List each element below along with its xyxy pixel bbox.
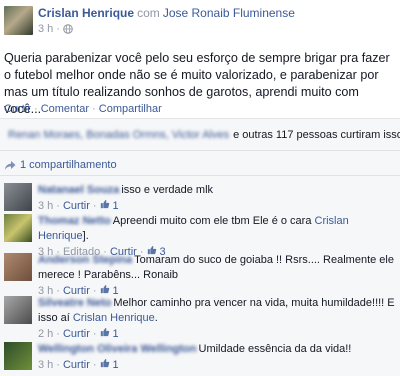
- commenter-avatar[interactable]: [4, 342, 32, 370]
- globe-icon[interactable]: [63, 24, 73, 34]
- commenter-avatar[interactable]: [4, 183, 32, 211]
- likes-count[interactable]: e outras 117 pessoas curtiram isso.: [233, 129, 400, 141]
- comment-time[interactable]: 3 h: [38, 199, 53, 214]
- meta-separator: ·: [56, 200, 60, 212]
- comment-mention[interactable]: Crislan Henrique: [73, 312, 155, 324]
- meta-separator: ·: [56, 359, 60, 371]
- comment-body: Silveatre Neto Melhor caminho pra vencer …: [38, 296, 398, 342]
- post-time[interactable]: 3 h: [38, 23, 53, 35]
- comment-text-line: Silveatre Neto Melhor caminho pra vencer …: [38, 296, 398, 326]
- likers-names[interactable]: Renan Moraes, Bonadas Ormns, Victor Alve…: [8, 129, 229, 141]
- comment-text: isso e verdade mlk: [121, 184, 214, 196]
- meta-separator: ·: [92, 328, 97, 340]
- action-separator: ·: [33, 103, 38, 115]
- comment-body: Anderson Stepina Tomaram do suco de goiab…: [38, 253, 398, 299]
- comment-text: Apreendi muito com ele tbm Ele é o cara: [112, 215, 315, 227]
- comment-meta: 2 h · Curtir · 1: [38, 327, 398, 342]
- post-header: Crislan Henrique com Jose Ronaib Flumine…: [38, 6, 295, 20]
- thumbs-up-icon[interactable]: [100, 199, 110, 214]
- with-text: com: [137, 6, 160, 20]
- tagged-user[interactable]: Jose Ronaib Fluminense: [163, 6, 295, 20]
- commenter-name[interactable]: Thomaz Netto: [38, 215, 111, 227]
- divider: [0, 175, 400, 176]
- commenter-name[interactable]: Wellington Oliveira Wellington: [38, 343, 197, 355]
- comment-body: Wellington Oliveira Wellington Umildade e…: [38, 342, 398, 373]
- comment-text-line: Wellington Oliveira Wellington Umildade e…: [38, 342, 398, 357]
- comment-meta: 3 h · Curtir · 1: [38, 358, 398, 373]
- meta-separator: ·: [92, 359, 97, 371]
- comment-time[interactable]: 3 h: [38, 358, 53, 373]
- comment-text-line: Thomaz Netto Apreendi muito com ele tbm E…: [38, 214, 398, 244]
- comment-text-line: Anderson Stepina Tomaram do suco de goiab…: [38, 253, 398, 283]
- share-arrow-icon: [4, 160, 16, 170]
- comment-like-button[interactable]: Curtir: [63, 327, 90, 342]
- comment-like-button[interactable]: Curtir: [63, 199, 90, 214]
- shares-row[interactable]: 1 compartilhamento: [4, 159, 117, 171]
- post-actions: Curtir · Comentar · Compartilhar: [4, 103, 162, 115]
- meta-separator: ·: [56, 23, 60, 35]
- comment-like-count[interactable]: 1: [113, 327, 119, 342]
- commenter-name[interactable]: Natanael Souza: [38, 184, 119, 196]
- divider: [0, 150, 400, 151]
- thumbs-up-icon[interactable]: [100, 358, 110, 373]
- comment-text: Umildade essência da da vida!!: [198, 343, 352, 355]
- likes-summary: Renan Moraes, Bonadas Ormns, Victor Alve…: [4, 129, 400, 141]
- comment-time[interactable]: 2 h: [38, 327, 53, 342]
- commenter-avatar[interactable]: [4, 296, 32, 324]
- comment-meta: 3 h · Curtir · 1: [38, 199, 398, 214]
- comment-button[interactable]: Comentar: [41, 103, 89, 115]
- comment-text-end: .: [154, 312, 158, 324]
- like-button[interactable]: Curtir: [4, 103, 31, 115]
- share-button[interactable]: Compartilhar: [99, 103, 162, 115]
- comment-like-count[interactable]: 1: [113, 199, 119, 214]
- comment-text-end: ].: [82, 230, 89, 242]
- comment-body: Natanael Souza isso e verdade mlk 3 h · Curt…: [38, 183, 398, 214]
- action-separator: ·: [92, 103, 96, 115]
- thumbs-up-icon[interactable]: [100, 327, 110, 342]
- commenter-name[interactable]: Silveatre Neto: [38, 297, 111, 309]
- commenter-avatar[interactable]: [4, 253, 32, 281]
- commenter-name[interactable]: Anderson Stepina: [38, 254, 132, 266]
- meta-separator: ·: [56, 328, 60, 340]
- comment-text-line: Natanael Souza isso e verdade mlk: [38, 183, 398, 198]
- author-avatar[interactable]: [4, 6, 33, 35]
- post-meta: 3 h ·: [38, 23, 73, 35]
- comment-like-button[interactable]: Curtir: [63, 358, 90, 373]
- author-name[interactable]: Crislan Henrique: [38, 6, 134, 20]
- comment-like-count[interactable]: 1: [113, 358, 119, 373]
- commenter-avatar[interactable]: [4, 214, 32, 242]
- shares-count[interactable]: 1 compartilhamento: [20, 159, 117, 171]
- meta-separator: ·: [92, 200, 97, 212]
